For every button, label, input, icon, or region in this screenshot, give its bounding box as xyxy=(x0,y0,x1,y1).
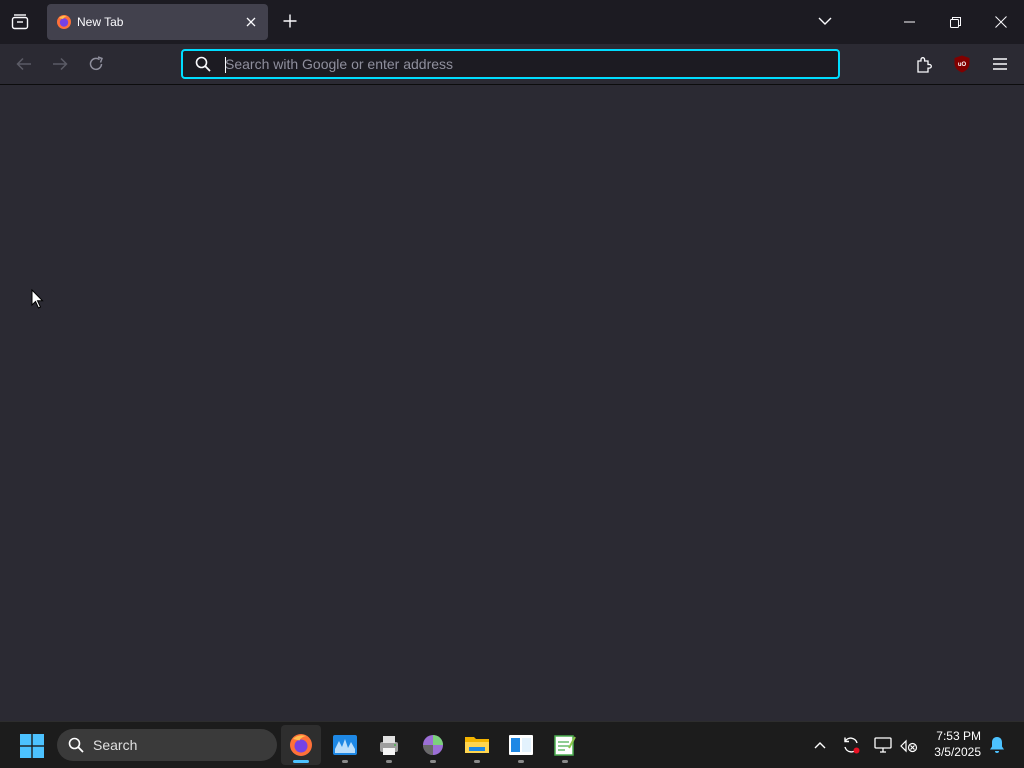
tab-close-button[interactable] xyxy=(242,13,260,31)
search-icon xyxy=(195,56,211,72)
extensions-icon xyxy=(916,56,932,73)
search-icon xyxy=(68,737,84,753)
list-all-tabs-icon xyxy=(818,17,832,25)
close-window-button[interactable] xyxy=(986,8,1016,36)
restore-button[interactable] xyxy=(940,8,970,36)
clock-date: 3/5/2025 xyxy=(934,745,981,759)
firefox-icon xyxy=(290,734,312,756)
menu-button[interactable] xyxy=(988,52,1012,76)
running-indicator xyxy=(474,760,480,763)
show-hidden-icons-button[interactable] xyxy=(809,734,831,756)
running-indicator xyxy=(342,760,348,763)
taskbar-app-firefox[interactable] xyxy=(281,725,321,765)
audio-app-icon xyxy=(333,735,357,755)
tab-strip: New Tab xyxy=(0,0,1024,44)
svg-text:uO: uO xyxy=(958,62,967,68)
close-icon xyxy=(995,16,1007,28)
tab-title: New Tab xyxy=(77,15,124,29)
firefox-icon xyxy=(57,15,71,29)
running-indicator xyxy=(562,760,568,763)
printer-app-icon xyxy=(380,736,398,755)
file-explorer-icon xyxy=(465,737,489,753)
taskbar: Search 7:53 PM 3/5/2025 xyxy=(0,721,1024,768)
chevron-up-icon xyxy=(814,742,826,749)
taskbar-app-file-explorer[interactable] xyxy=(457,725,497,765)
notepad-app-icon xyxy=(554,735,576,756)
forward-button[interactable] xyxy=(48,52,72,76)
windows-logo-icon xyxy=(20,734,44,758)
bell-icon xyxy=(990,737,1004,753)
taskbar-app-audio[interactable] xyxy=(325,725,365,765)
taskbar-search-box[interactable]: Search xyxy=(57,729,277,761)
tray-network[interactable] xyxy=(898,734,920,756)
clock-time: 7:53 PM xyxy=(936,729,981,743)
back-icon xyxy=(16,57,31,71)
back-button[interactable] xyxy=(12,52,36,76)
ublock-origin-button[interactable]: uO xyxy=(950,52,974,76)
restore-icon xyxy=(949,16,961,28)
page-content[interactable] xyxy=(0,85,1024,721)
taskbar-app-store[interactable] xyxy=(501,725,541,765)
new-tab-icon xyxy=(283,14,297,28)
start-button[interactable] xyxy=(17,731,47,761)
store-app-icon xyxy=(509,735,533,755)
new-tab-button[interactable] xyxy=(279,10,301,32)
display-icon xyxy=(874,737,892,753)
tray-display[interactable] xyxy=(872,734,894,756)
taskbar-app-printer[interactable] xyxy=(369,725,409,765)
close-icon xyxy=(246,17,256,27)
network-disconnected-icon xyxy=(900,739,918,753)
minimize-icon xyxy=(903,21,915,23)
taskbar-app-orb[interactable] xyxy=(413,725,453,765)
minimize-button[interactable] xyxy=(894,8,924,36)
mouse-cursor-icon xyxy=(31,289,44,309)
address-bar[interactable] xyxy=(181,49,840,79)
extensions-button[interactable] xyxy=(912,52,936,76)
tab-new-tab[interactable]: New Tab xyxy=(47,4,268,40)
running-indicator xyxy=(430,760,436,763)
running-indicator xyxy=(293,760,309,763)
running-indicator xyxy=(518,760,524,763)
taskbar-app-notepad[interactable] xyxy=(545,725,585,765)
reload-button[interactable] xyxy=(84,52,108,76)
forward-icon xyxy=(53,57,68,71)
sync-icon xyxy=(844,737,860,754)
tray-sync[interactable] xyxy=(840,734,862,756)
tab-overview-icon xyxy=(11,14,29,30)
tab-overview-button[interactable] xyxy=(8,10,32,34)
address-input[interactable] xyxy=(225,55,825,73)
taskbar-clock[interactable]: 7:53 PM 3/5/2025 xyxy=(934,728,981,760)
taskbar-search-label: Search xyxy=(93,737,138,753)
text-caret xyxy=(225,57,226,73)
ublock-origin-icon: uO xyxy=(954,55,970,73)
orb-app-icon xyxy=(423,735,443,755)
list-all-tabs-button[interactable] xyxy=(814,10,836,32)
navigation-toolbar: uO xyxy=(0,44,1024,85)
reload-icon xyxy=(89,56,103,71)
notifications-button[interactable] xyxy=(986,734,1008,756)
menu-icon xyxy=(993,58,1007,70)
running-indicator xyxy=(386,760,392,763)
